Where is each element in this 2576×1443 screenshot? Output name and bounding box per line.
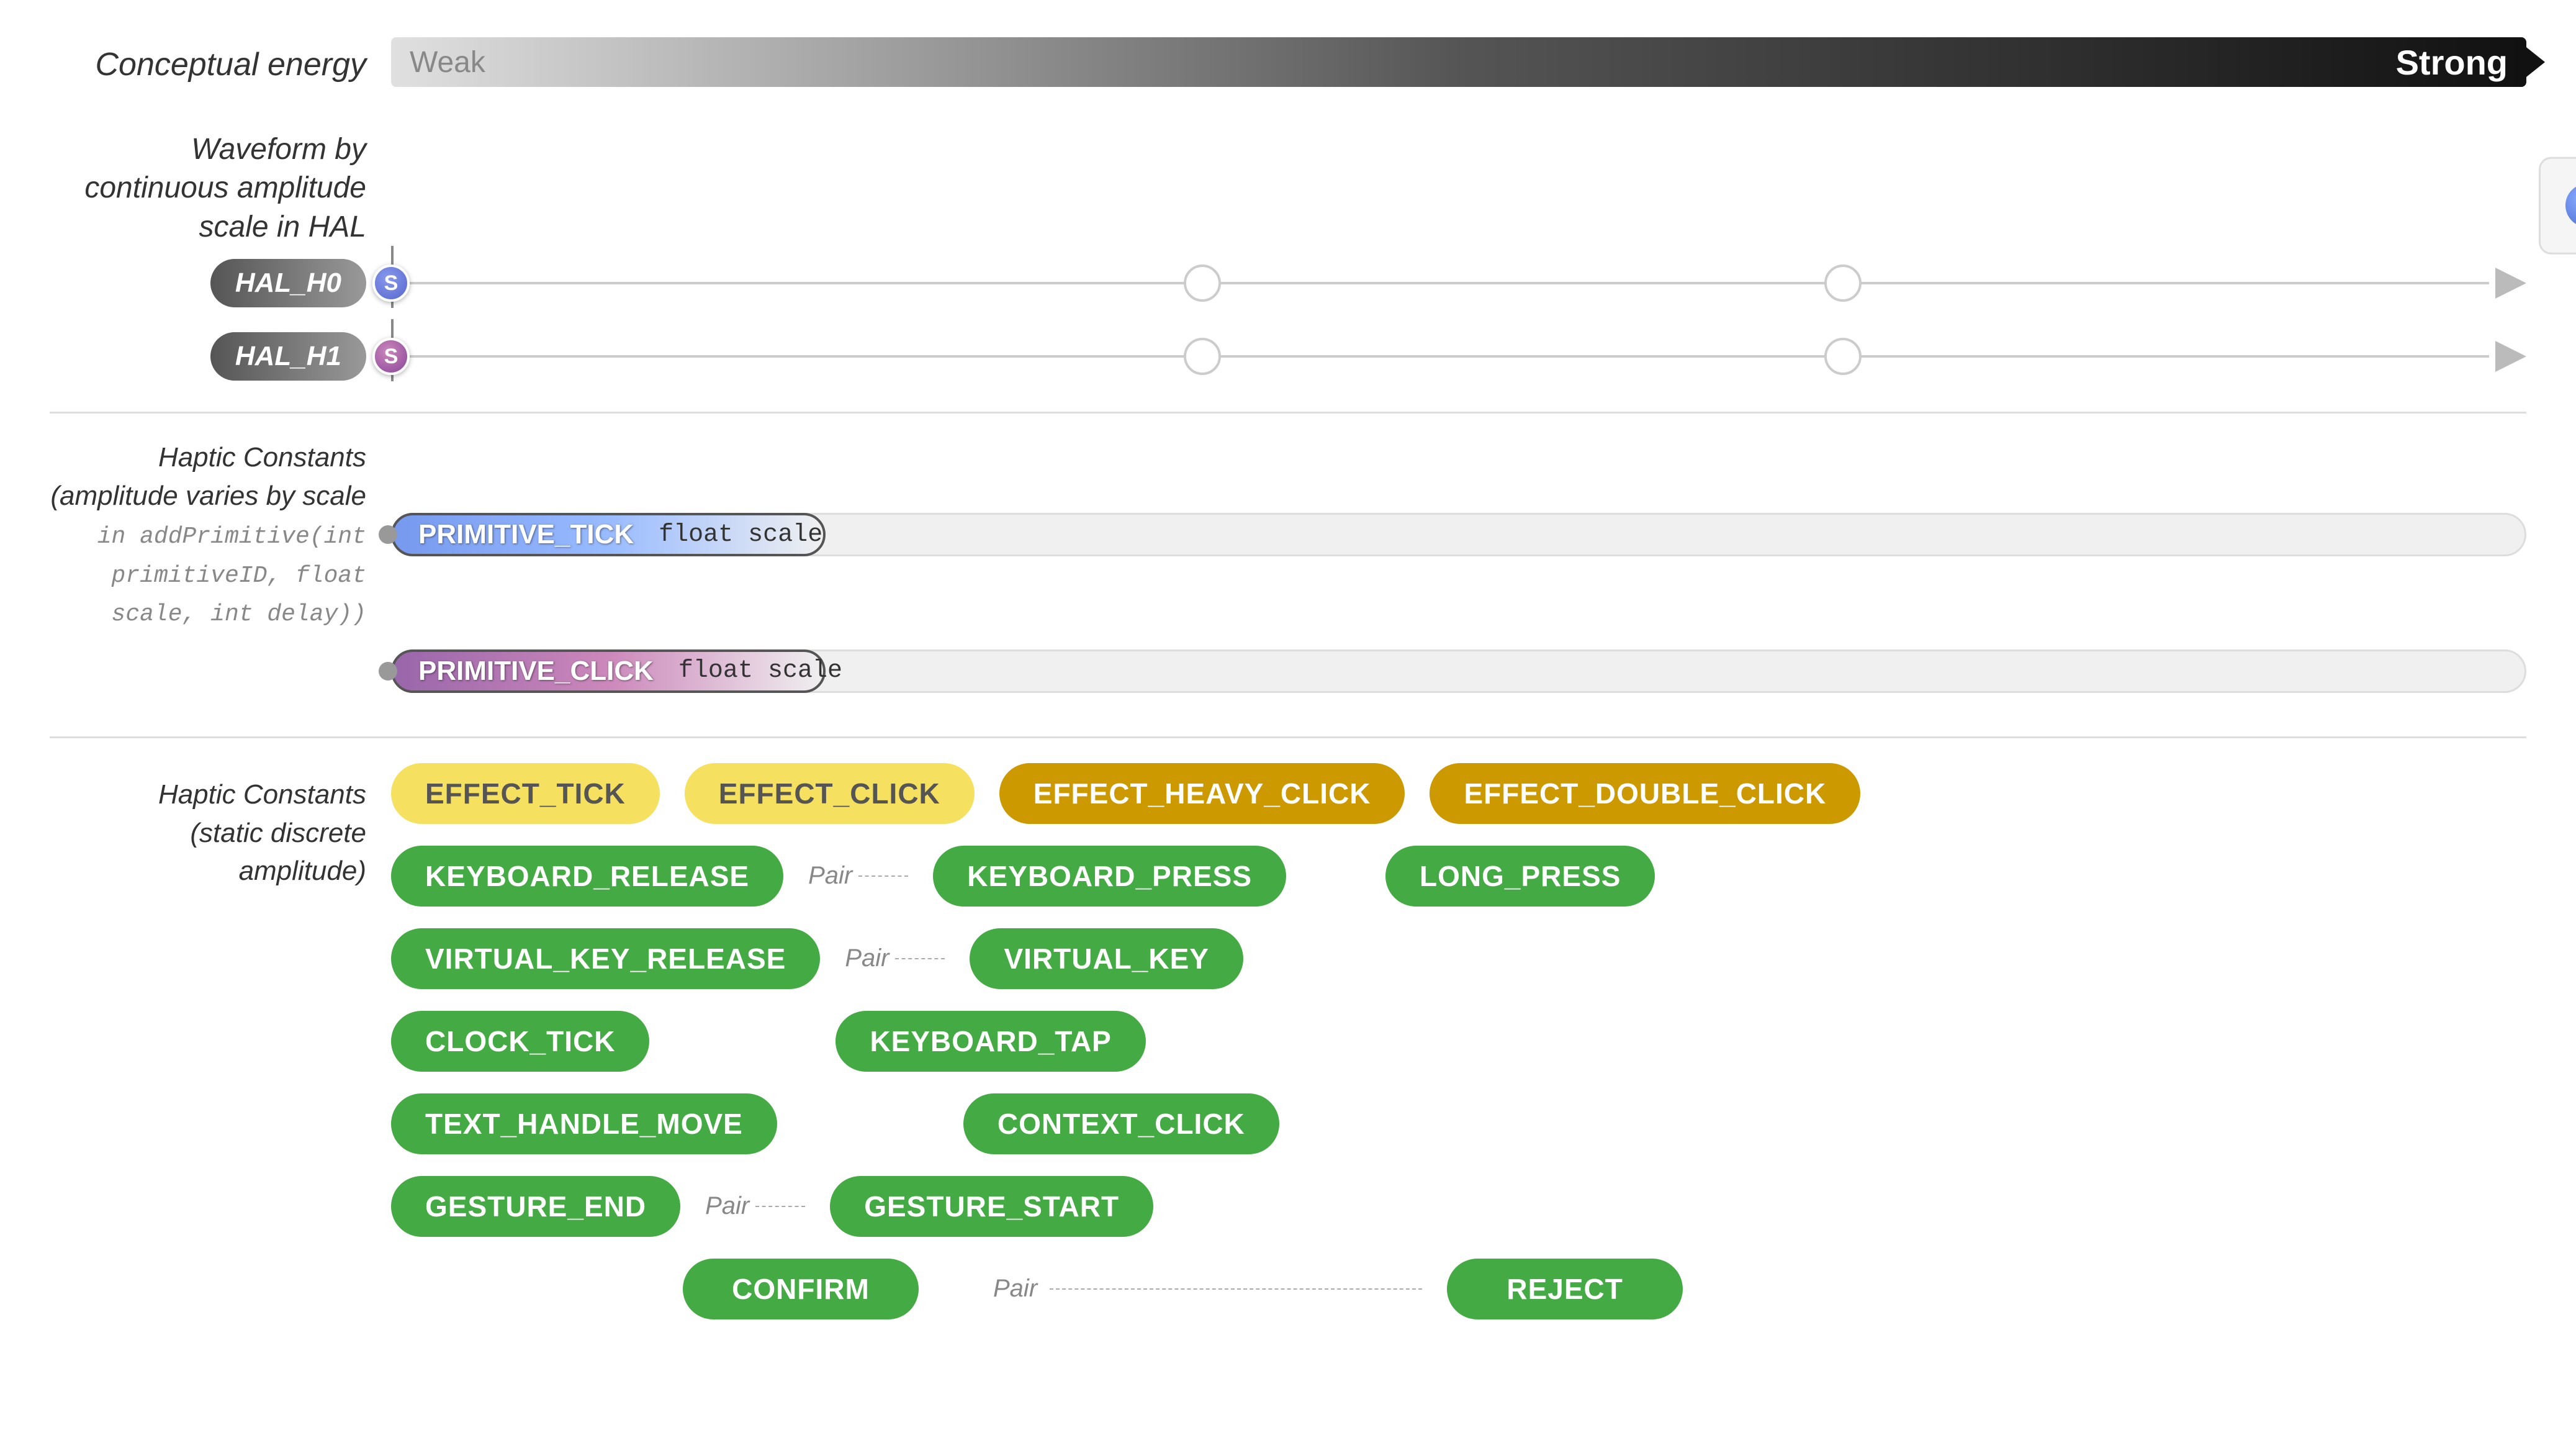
pair-label-confirm: Pair [993,1275,1037,1303]
primitive-click-track: PRIMITIVE_CLICK float scale [391,643,2526,699]
primitive-click-dot-left [379,662,397,681]
hal-h0-label: HAL_H0 [210,259,366,307]
primitive-click-param: float scale [666,657,855,685]
long-press-pill: LONG_PRESS [1385,846,1655,907]
hal-h1-track-line [391,355,2489,358]
clock-tick-pill: CLOCK_TICK [391,1011,649,1072]
effects-row-1: EFFECT_TICK EFFECT_CLICK EFFECT_HEAVY_CL… [391,763,2526,824]
hal-h0-start-label: S [384,271,399,296]
pair-label-keyboard: Pair [808,862,852,890]
main-container: Conceptual energy Weak Strong Waveform b… [0,0,2576,1443]
pair-line-keyboard [858,875,908,877]
hal-h0-label-container: HAL_H0 [50,259,391,307]
pair-label-virtual: Pair [845,944,889,972]
primitive-tick-pill: PRIMITIVE_TICK float scale [391,513,826,556]
composed-dots [2565,184,2576,227]
text-handle-move-pill: TEXT_HANDLE_MOVE [391,1093,777,1154]
keyboard-tap-pill: KEYBOARD_TAP [835,1011,1145,1072]
primitive-click-name: PRIMITIVE_CLICK [418,656,666,687]
effect-heavy-click-pill: EFFECT_HEAVY_CLICK [999,763,1405,824]
hal-h1-label: HAL_H1 [210,332,366,381]
keyboard-release-pill: KEYBOARD_RELEASE [391,846,783,907]
hal-h1-row: HAL_H1 S [50,332,2526,381]
gesture-end-pill: GESTURE_END [391,1176,680,1237]
effect-tick-pill: EFFECT_TICK [391,763,660,824]
effects-grid: EFFECT_TICK EFFECT_CLICK EFFECT_HEAVY_CL… [391,763,2526,1406]
hal-h1-track: S [391,335,2526,378]
hal-h0-start-dot: S [372,265,410,302]
waveform-title-row: Waveform by continuous amplitude scale i… [50,130,2526,247]
hal-h1-start-label: S [384,345,399,369]
hal-h1-arrow-icon [2495,341,2526,372]
hal-h1-label-container: HAL_H1 [50,332,391,381]
pair-label-gesture: Pair [705,1192,749,1220]
effects-row-6: GESTURE_END Pair GESTURE_START [391,1176,2526,1237]
hal-h0-row: HAL_H0 S [50,259,2526,307]
primitives-label: Haptic Constants (amplitude varies by sc… [50,438,391,631]
gesture-start-pill: GESTURE_START [830,1176,1153,1237]
effects-row-2: KEYBOARD_RELEASE Pair KEYBOARD_PRESS LON… [391,846,2526,907]
discrete-label: Haptic Constants (static discrete amplit… [50,763,391,1406]
discrete-section: Haptic Constants (static discrete amplit… [50,736,2526,1406]
energy-arrow-icon [2514,37,2545,87]
composed-dot-blue [2565,184,2576,227]
effect-click-pill: EFFECT_CLICK [685,763,975,824]
hal-h0-end-dot [1824,265,1862,302]
primitive-tick-row: Haptic Constants (amplitude varies by sc… [50,438,2526,631]
waveform-section: Waveform by continuous amplitude scale i… [50,130,2526,381]
primitive-tick-track: PRIMITIVE_TICK float scale [391,507,2526,563]
effects-row-4: CLOCK_TICK KEYBOARD_TAP [391,1011,2526,1072]
conceptual-energy-row: Conceptual energy Weak Strong [50,37,2526,93]
virtual-key-release-pill: VIRTUAL_KEY_RELEASE [391,928,820,989]
pair-line-gesture [755,1206,805,1207]
reject-pill: REJECT [1447,1259,1683,1319]
primitive-click-pill: PRIMITIVE_CLICK float scale [391,649,826,693]
hal-h0-arrow-icon [2495,268,2526,299]
keyboard-press-pill: KEYBOARD_PRESS [933,846,1286,907]
energy-bar-container: Weak Strong [391,37,2526,93]
primitive-tick-param: float scale [646,521,835,549]
effect-double-click-pill: EFFECT_DOUBLE_CLICK [1430,763,1860,824]
confirm-pill: CONFIRM [683,1259,919,1319]
composed-double-click-badge: Composed double click [2539,157,2576,254]
hal-h1-start-dot: S [372,338,410,375]
hal-h0-track: S Composed double click [391,261,2526,305]
context-click-pill: CONTEXT_CLICK [963,1093,1279,1154]
energy-strong-label: Strong [2396,42,2508,83]
pair-line-virtual [895,958,945,959]
hal-h1-end-dot [1824,338,1862,375]
energy-bar: Weak Strong [391,37,2526,87]
pair-line-confirm [1050,1288,1422,1290]
primitives-section: Haptic Constants (amplitude varies by sc… [50,412,2526,699]
hal-h1-mid-dot [1184,338,1221,375]
virtual-key-pill: VIRTUAL_KEY [970,928,1243,989]
effects-row-5: TEXT_HANDLE_MOVE CONTEXT_CLICK [391,1093,2526,1154]
energy-weak-label: Weak [410,45,485,79]
primitive-click-row: PRIMITIVE_CLICK float scale [50,643,2526,699]
effects-row-3: VIRTUAL_KEY_RELEASE Pair VIRTUAL_KEY [391,928,2526,989]
primitive-tick-name: PRIMITIVE_TICK [418,519,646,550]
waveform-title: Waveform by continuous amplitude scale i… [50,130,391,247]
conceptual-energy-label: Conceptual energy [50,44,391,86]
effects-row-7: CONFIRM Pair REJECT [391,1259,2526,1319]
hal-h0-track-line [391,282,2489,284]
hal-h0-mid-dot [1184,265,1221,302]
primitive-tick-dot-left [379,525,397,544]
